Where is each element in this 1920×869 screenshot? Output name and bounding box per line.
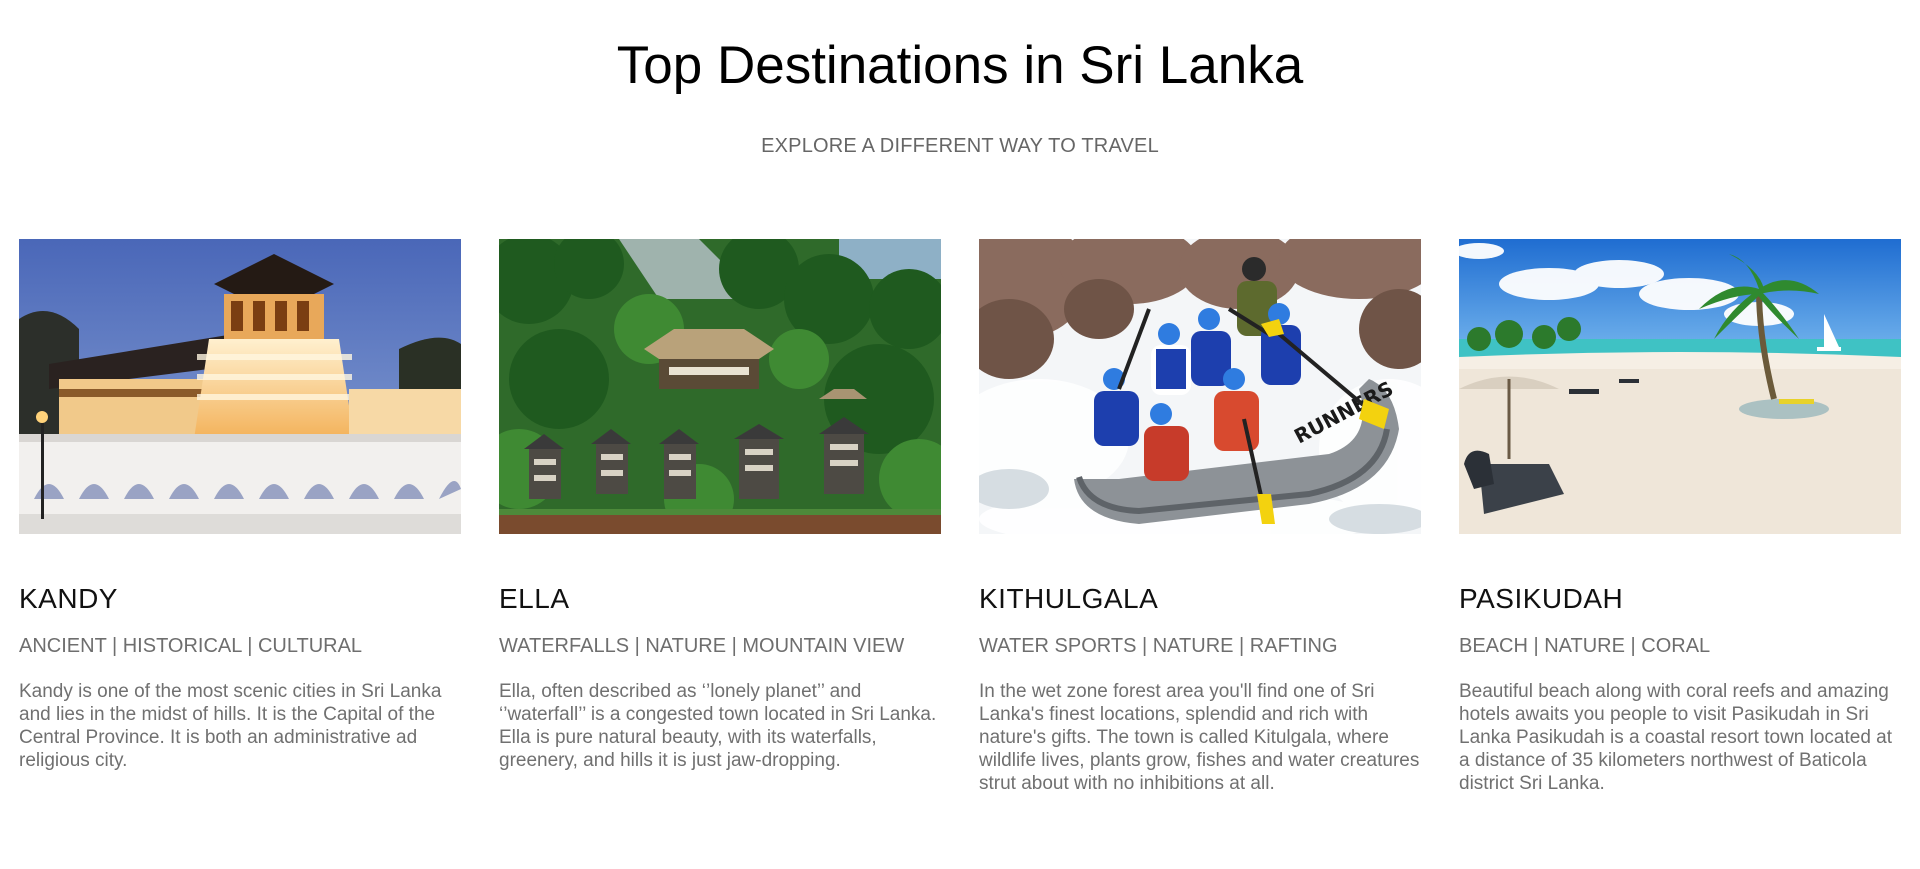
destination-tags: WATER SPORTS | NATURE | RAFTING (979, 635, 1338, 657)
destination-description: Ella, often described as ‘’lonely planet… (499, 681, 937, 771)
destination-tags: ANCIENT | HISTORICAL | CULTURAL (19, 635, 363, 657)
destination-card-pasikudah[interactable]: PASIKUDAH BEACH | NATURE | CORAL Beautif… (1459, 239, 1901, 795)
page-subtitle: EXPLORE A DIFFERENT WAY TO TRAVEL (761, 135, 1159, 157)
destination-title[interactable]: KANDY (19, 582, 461, 616)
page-header: Top Destinations in Sri Lanka EXPLORE A … (0, 0, 1920, 158)
destination-card-kithulgala[interactable]: RUNNERS KITHULGALA WATER SPORTS | NATURE… (979, 239, 1421, 795)
ella-image[interactable] (499, 239, 941, 534)
destination-tags: WATERFALLS | NATURE | MOUNTAIN VIEW (499, 635, 905, 657)
destination-tags: BEACH | NATURE | CORAL (1459, 635, 1711, 657)
tropical-beach-photo (1459, 239, 1901, 534)
page-title: Top Destinations in Sri Lanka (616, 36, 1304, 95)
destination-card-kandy[interactable]: KANDY ANCIENT | HISTORICAL | CULTURAL Ka… (19, 239, 461, 795)
pasikudah-image[interactable] (1459, 239, 1901, 534)
destination-description: Kandy is one of the most scenic cities i… (19, 681, 442, 771)
destination-description: Beautiful beach along with coral reefs a… (1459, 681, 1893, 794)
kithulgala-image[interactable]: RUNNERS (979, 239, 1421, 534)
destination-title[interactable]: PASIKUDAH (1459, 582, 1901, 616)
destination-description: In the wet zone forest area you'll find … (979, 681, 1420, 794)
destination-card-ella[interactable]: ELLA WATERFALLS | NATURE | MOUNTAIN VIEW… (499, 239, 941, 795)
destination-title[interactable]: KITHULGALA (979, 582, 1421, 616)
destination-title[interactable]: ELLA (499, 582, 941, 616)
river-rafting-photo: RUNNERS (979, 239, 1421, 534)
kandy-image[interactable] (19, 239, 461, 534)
temple-of-tooth-photo (19, 239, 461, 534)
jungle-cabins-photo (499, 239, 941, 534)
destination-cards: KANDY ANCIENT | HISTORICAL | CULTURAL Ka… (19, 239, 1901, 795)
